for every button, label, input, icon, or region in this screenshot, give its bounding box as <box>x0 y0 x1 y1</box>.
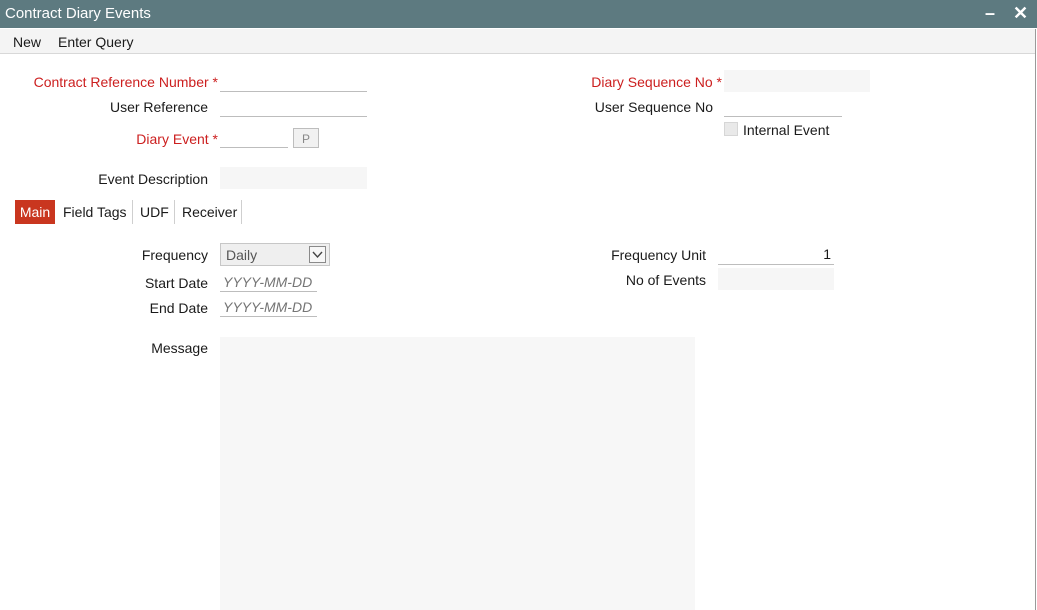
chevron-down-icon <box>309 246 326 263</box>
tab-main[interactable]: Main <box>15 200 55 224</box>
no-of-events-label: No of Events <box>625 272 706 288</box>
diary-sequence-label: Diary Sequence No * <box>591 74 722 90</box>
user-reference-label: User Reference <box>109 99 208 115</box>
diary-event-input[interactable] <box>220 128 288 148</box>
frequency-unit-input[interactable]: 1 <box>718 245 834 265</box>
close-icon[interactable]: ✕ <box>1013 3 1028 23</box>
start-date-input[interactable] <box>220 272 317 292</box>
tab-receiver[interactable]: Receiver <box>176 200 243 224</box>
internal-event-label: Internal Event <box>743 122 830 138</box>
user-sequence-label: User Sequence No <box>594 99 713 115</box>
event-description-label: Event Description <box>98 171 208 187</box>
no-of-events-field <box>718 268 834 290</box>
user-sequence-input[interactable] <box>724 97 842 117</box>
user-reference-input[interactable] <box>220 97 367 117</box>
frequency-select-value: Daily <box>226 247 258 263</box>
tab-udf[interactable]: UDF <box>134 200 175 224</box>
contract-reference-input[interactable] <box>220 72 367 92</box>
end-date-label: End Date <box>149 300 208 316</box>
message-label: Message <box>151 340 208 356</box>
title-bar: Contract Diary Events – ✕ <box>0 0 1037 28</box>
tab-divider <box>241 200 242 224</box>
tab-field-tags[interactable]: Field Tags <box>57 200 133 224</box>
end-date-input[interactable] <box>220 297 317 317</box>
internal-event-checkbox[interactable] <box>724 122 738 136</box>
start-date-label: Start Date <box>144 275 208 291</box>
message-textarea[interactable] <box>220 337 695 610</box>
tab-divider <box>174 200 175 224</box>
frequency-label: Frequency <box>141 247 208 263</box>
event-description-field <box>220 167 367 189</box>
window-border <box>1035 29 1036 610</box>
diary-sequence-field <box>724 70 870 92</box>
tab-divider <box>132 200 133 224</box>
enter-query-menu-item[interactable]: Enter Query <box>58 34 133 50</box>
diary-event-lov-button[interactable]: P <box>293 128 319 148</box>
contract-reference-label: Contract Reference Number * <box>33 74 218 90</box>
menu-bar: New Enter Query <box>0 29 1035 54</box>
minimize-icon[interactable]: – <box>985 3 995 23</box>
diary-event-label: Diary Event * <box>136 131 218 147</box>
new-menu-item[interactable]: New <box>13 34 41 50</box>
frequency-select[interactable]: Daily <box>220 243 330 266</box>
frequency-unit-label: Frequency Unit <box>611 247 706 263</box>
window-title: Contract Diary Events <box>5 5 151 22</box>
